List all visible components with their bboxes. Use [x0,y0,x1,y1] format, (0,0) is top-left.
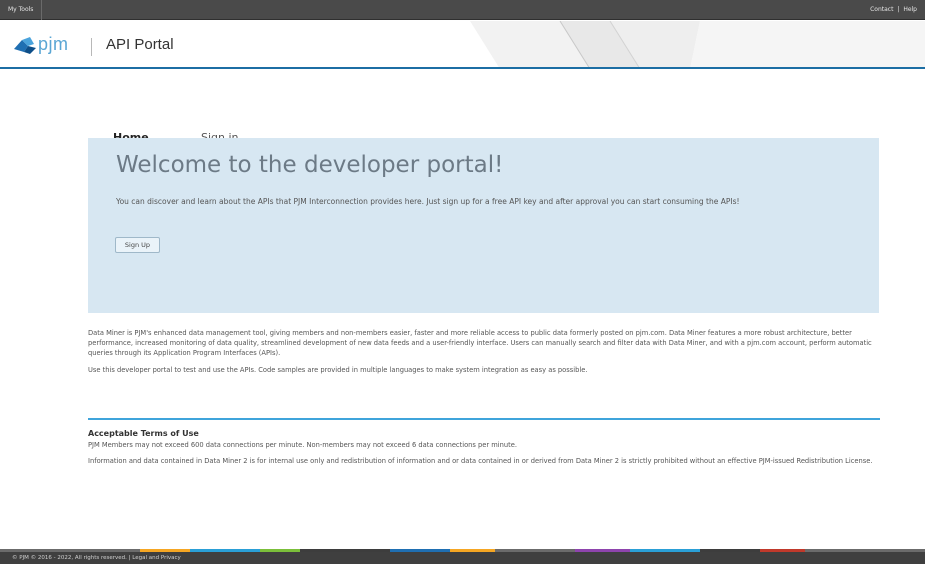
brand-header: pjm API Portal [0,21,925,69]
hero-title: Welcome to the developer portal! [116,152,504,178]
terms-section: Acceptable Terms of Use PJM Members may … [88,429,880,466]
welcome-hero: Welcome to the developer portal! You can… [88,138,879,313]
logo-wordmark[interactable]: pjm [38,34,69,55]
header-divider [91,38,92,56]
footer-color-stripe [0,549,925,552]
portal-title[interactable]: API Portal [106,36,174,53]
hero-lead-text: You can discover and learn about the API… [116,197,740,206]
terms-paragraph: Information and data contained in Data M… [88,457,873,466]
terms-paragraph: PJM Members may not exceed 600 data conn… [88,441,517,449]
top-utility-bar: My Tools Contact | Help [0,0,925,20]
my-tools-link[interactable]: My Tools [8,0,43,20]
footer: © PJM © 2016 - 2022, All rights reserved… [0,549,925,564]
intro-paragraph: Use this developer portal to test and us… [88,365,588,374]
sign-up-button[interactable]: Sign Up [115,237,160,253]
help-link[interactable]: Help [903,6,917,13]
section-divider [88,418,880,420]
utility-links: Contact | Help [870,0,917,20]
contact-link[interactable]: Contact [870,6,893,13]
footer-copyright: © PJM © 2016 - 2022, All rights reserved… [12,555,181,561]
utility-separator: | [897,6,900,13]
intro-section: Data Miner is PJM's enhanced data manage… [88,328,880,375]
terms-heading: Acceptable Terms of Use [88,429,199,438]
intro-paragraph: Data Miner is PJM's enhanced data manage… [88,329,872,358]
